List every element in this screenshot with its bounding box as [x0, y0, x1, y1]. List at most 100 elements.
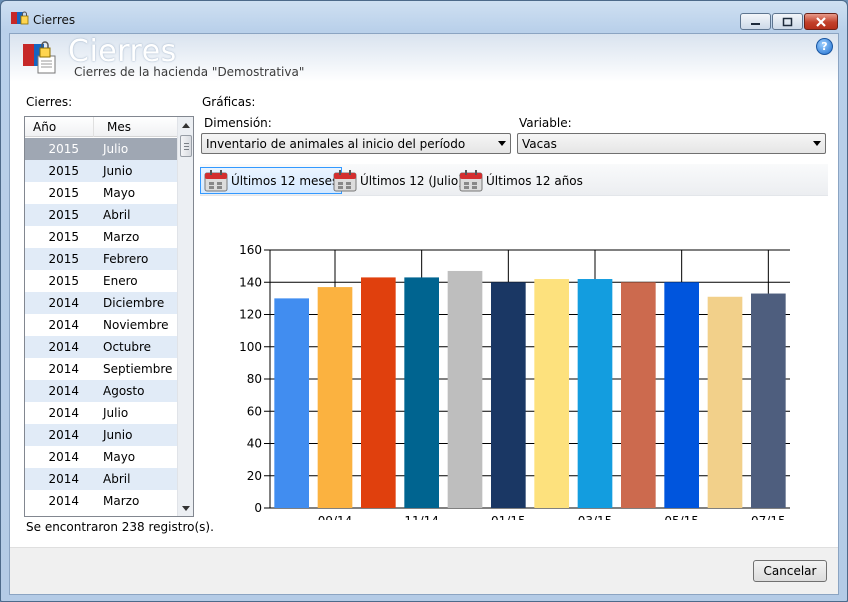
maximize-icon — [782, 17, 792, 26]
list-item-ano: 2015 — [48, 230, 79, 244]
list-item[interactable]: 2015 Febrero — [25, 248, 177, 270]
minimize-icon — [750, 22, 760, 25]
column-header-mes[interactable]: Mes — [107, 120, 131, 134]
list-item[interactable]: 2014 Octubre — [25, 336, 177, 358]
variable-label: Variable: — [519, 116, 572, 130]
list-item-mes: Febrero — [103, 252, 149, 266]
list-item[interactable]: 2014 Junio — [25, 424, 177, 446]
list-item[interactable]: 2015 Julio — [25, 138, 177, 160]
list-item[interactable]: 2015 Abril — [25, 204, 177, 226]
chevron-up-icon — [182, 122, 190, 128]
list-rows: 2015 Julio 2015 Junio 2015 Mayo 2015 Abril 2015 M… — [25, 138, 177, 512]
list-item-mes: Marzo — [103, 494, 140, 508]
list-item-mes: Octubre — [103, 340, 152, 354]
list-item-ano: 2014 — [48, 406, 79, 420]
help-button[interactable]: ? — [816, 38, 833, 55]
bar-10-14 — [361, 277, 396, 508]
close-icon — [816, 16, 826, 27]
list-item[interactable]: 2014 Noviembre — [25, 314, 177, 336]
y-tick-label: 60 — [247, 404, 262, 418]
list-item[interactable]: 2015 Junio — [25, 160, 177, 182]
list-item-ano: 2014 — [48, 428, 79, 442]
dimension-select[interactable]: Inventario de animales al inicio del per… — [201, 133, 511, 154]
page-title: Cierres — [68, 34, 177, 69]
bar-03-15 — [577, 279, 613, 508]
window: Cierres Cierres Cierres de la hacienda "… — [0, 0, 848, 602]
dimension-label: Dimensión: — [204, 116, 272, 130]
list-item[interactable]: 2015 Enero — [25, 270, 177, 292]
list-item-ano: 2014 — [48, 494, 79, 508]
ultimos-12-julio-button[interactable]: Últimos 12 (Julio) — [330, 167, 466, 194]
calendar-icon — [459, 169, 483, 191]
list-item[interactable]: 2015 Marzo — [25, 226, 177, 248]
x-tick-label: 05/15 — [664, 514, 699, 520]
variable-select-value: Vacas — [522, 137, 557, 151]
list-item-ano: 2014 — [48, 318, 79, 332]
list-item[interactable]: 2014 Agosto — [25, 380, 177, 402]
ultimos-12-meses-button[interactable]: Últimos 12 meses — [200, 167, 343, 194]
list-item-mes: Mayo — [103, 186, 136, 200]
graficas-label: Gráficas: — [202, 95, 256, 109]
list-item[interactable]: 2014 Septiembre — [25, 358, 177, 380]
list-item[interactable]: 2014 Mayo — [25, 446, 177, 468]
list-item-mes: Abril — [103, 472, 131, 486]
window-title: Cierres — [33, 13, 76, 27]
bar-04-15 — [621, 282, 656, 508]
variable-select[interactable]: Vacas — [517, 133, 826, 154]
chevron-down-icon — [498, 141, 506, 146]
client-area: Cierres Cierres de la hacienda "Demostra… — [9, 33, 839, 595]
x-tick-label: 09/14 — [318, 514, 353, 520]
list-item-ano: 2015 — [48, 252, 79, 266]
list-item[interactable]: 2014 Abril — [25, 468, 177, 490]
y-tick-label: 100 — [239, 340, 262, 354]
page-subtitle: Cierres de la hacienda "Demostrativa" — [74, 65, 305, 79]
minimize-button[interactable] — [740, 13, 771, 30]
chevron-down-icon — [182, 505, 190, 511]
list-item[interactable]: 2014 Julio — [25, 402, 177, 424]
cierres-label: Cierres: — [26, 95, 73, 109]
list-item-mes: Septiembre — [103, 362, 173, 376]
bar-02-15 — [534, 279, 569, 508]
cancel-button[interactable]: Cancelar — [753, 560, 827, 582]
title-bar[interactable]: Cierres — [1, 1, 847, 33]
bar-08-14 — [274, 298, 309, 508]
list-item-ano: 2014 — [48, 296, 79, 310]
bar-01-15 — [491, 282, 526, 508]
y-tick-label: 40 — [247, 437, 262, 451]
list-item-mes: Noviembre — [103, 318, 169, 332]
footer-bar: Cancelar — [10, 547, 838, 594]
bar-07-15 — [751, 293, 786, 508]
scroll-thumb[interactable] — [180, 135, 192, 157]
list-item[interactable]: 2014 Marzo — [25, 490, 177, 512]
list-item-mes: Agosto — [103, 384, 145, 398]
list-item-ano: 2014 — [48, 472, 79, 486]
list-item-ano: 2014 — [48, 384, 79, 398]
bar-11-14 — [404, 277, 439, 508]
list-item-ano: 2015 — [48, 142, 79, 156]
bar-09-14 — [317, 287, 353, 508]
ultimos-12-anos-button[interactable]: Últimos 12 años — [456, 167, 586, 194]
dimension-select-value: Inventario de animales al inicio del per… — [206, 137, 466, 151]
y-tick-label: 80 — [247, 372, 262, 386]
scroll-down-arrow[interactable] — [178, 500, 193, 516]
ultimos-12-julio-label: Últimos 12 (Julio) — [360, 173, 463, 188]
ultimos-12-anos-label: Últimos 12 años — [486, 173, 583, 188]
list-item-mes: Junio — [103, 164, 133, 178]
bar-06-15 — [707, 296, 743, 508]
list-item-ano: 2014 — [48, 340, 79, 354]
cierres-list[interactable]: Año Mes 2015 Julio 2015 Junio 2015 Mayo 2015 Ab… — [24, 116, 194, 517]
list-item-mes: Mayo — [103, 450, 136, 464]
maximize-button[interactable] — [772, 13, 803, 30]
column-header-ano[interactable]: Año — [33, 120, 56, 134]
list-item[interactable]: 2014 Diciembre — [25, 292, 177, 314]
list-item-ano: 2014 — [48, 362, 79, 376]
calendar-icon — [204, 169, 228, 191]
y-tick-label: 120 — [239, 308, 262, 322]
vertical-scrollbar[interactable] — [177, 117, 193, 516]
scroll-up-arrow[interactable] — [178, 117, 193, 133]
close-button[interactable] — [804, 13, 838, 30]
list-item[interactable]: 2015 Mayo — [25, 182, 177, 204]
chart-range-toolbar: Últimos 12 meses Últimos 12 (Julio) Últi… — [200, 164, 828, 196]
chevron-down-icon — [813, 141, 821, 146]
x-tick-label: 07/15 — [751, 514, 786, 520]
